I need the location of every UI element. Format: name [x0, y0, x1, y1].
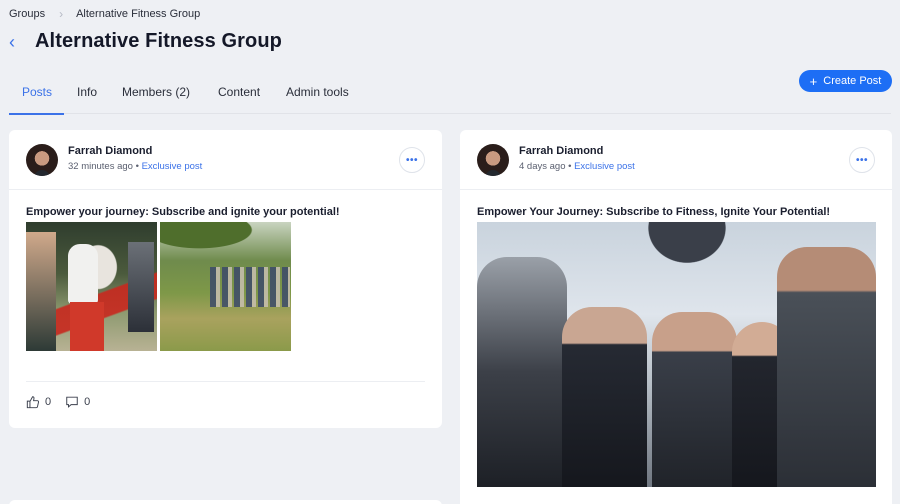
- more-options-button[interactable]: •••: [399, 147, 425, 173]
- breadcrumb-current: Alternative Fitness Group: [76, 8, 201, 20]
- plus-icon: +: [809, 73, 818, 89]
- like-button[interactable]: 0: [26, 395, 51, 409]
- avatar[interactable]: [26, 144, 58, 176]
- chevron-left-icon[interactable]: ‹: [9, 33, 35, 51]
- breadcrumb-groups-link[interactable]: Groups: [9, 8, 45, 20]
- post-author[interactable]: Farrah Diamond: [519, 145, 603, 157]
- meta-bullet: •: [135, 161, 139, 172]
- comment-button[interactable]: 0: [65, 395, 90, 409]
- tab-posts[interactable]: Posts: [9, 76, 64, 115]
- post-card: Farrah Diamond 4 days ago • Exclusive po…: [460, 130, 892, 504]
- exclusive-post-link[interactable]: Exclusive post: [574, 161, 635, 172]
- tab-content[interactable]: Content: [205, 76, 273, 114]
- post-text: Empower Your Journey: Subscribe to Fitne…: [477, 206, 831, 218]
- create-post-label: Create Post: [823, 75, 882, 87]
- comment-count: 0: [84, 396, 91, 408]
- breadcrumb: Groups › Alternative Fitness Group: [9, 7, 200, 21]
- reactions-bar: 0 0: [26, 395, 104, 409]
- post-text: Empower your journey: Subscribe and igni…: [26, 206, 340, 218]
- exclusive-post-link[interactable]: Exclusive post: [142, 161, 203, 172]
- avatar[interactable]: [477, 144, 509, 176]
- page-title: Alternative Fitness Group: [35, 30, 282, 52]
- tab-admin-tools[interactable]: Admin tools: [273, 76, 362, 114]
- post-author[interactable]: Farrah Diamond: [68, 145, 152, 157]
- post-image-high-five[interactable]: [477, 222, 876, 487]
- post-time: 4 days ago: [519, 161, 566, 172]
- post-meta: 32 minutes ago • Exclusive post: [68, 161, 202, 172]
- tab-members[interactable]: Members (2): [109, 76, 205, 114]
- post-meta: 4 days ago • Exclusive post: [519, 161, 635, 172]
- post-header: Farrah Diamond 4 days ago • Exclusive po…: [460, 130, 892, 190]
- post-card: Farrah Diamond 32 minutes ago • Exclusiv…: [9, 130, 442, 428]
- create-post-button[interactable]: + Create Post: [799, 70, 892, 92]
- more-options-button[interactable]: •••: [849, 147, 875, 173]
- chevron-right-icon: ›: [59, 7, 64, 21]
- next-post-card-edge: [9, 500, 442, 504]
- comment-icon: [66, 396, 78, 408]
- meta-bullet: •: [568, 161, 572, 172]
- post-time: 32 minutes ago: [68, 161, 133, 172]
- post-header: Farrah Diamond 32 minutes ago • Exclusiv…: [9, 130, 442, 190]
- tab-info[interactable]: Info: [64, 76, 109, 114]
- post-image-park-squats[interactable]: [160, 222, 291, 351]
- like-count: 0: [45, 396, 52, 408]
- divider: [26, 381, 425, 382]
- thumbs-up-icon: [26, 396, 40, 409]
- tab-bar: Posts Info Members (2) Content Admin too…: [9, 76, 891, 115]
- post-image-boxing[interactable]: [26, 222, 157, 351]
- title-row: ‹ Alternative Fitness Group: [9, 30, 282, 53]
